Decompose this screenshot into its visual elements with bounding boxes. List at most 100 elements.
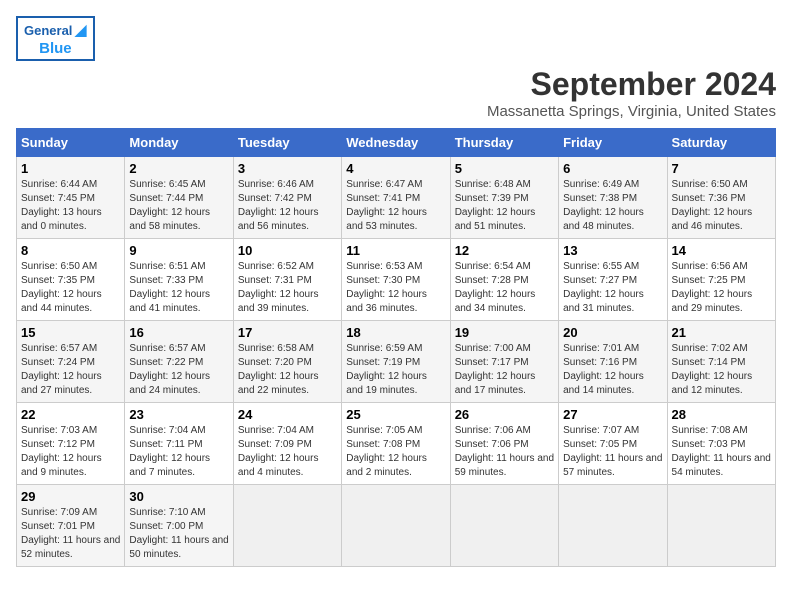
logo-bird-icon: ◢ bbox=[74, 20, 86, 40]
calendar-cell: 11 Sunrise: 6:53 AMSunset: 7:30 PMDaylig… bbox=[342, 239, 450, 321]
calendar-cell: 17 Sunrise: 6:58 AMSunset: 7:20 PMDaylig… bbox=[233, 321, 341, 403]
calendar-cell: 2 Sunrise: 6:45 AMSunset: 7:44 PMDayligh… bbox=[125, 157, 233, 239]
day-number: 24 bbox=[238, 407, 337, 422]
day-number: 15 bbox=[21, 325, 120, 340]
header-thursday: Thursday bbox=[450, 129, 558, 157]
day-info: Sunrise: 7:09 AMSunset: 7:01 PMDaylight:… bbox=[21, 507, 120, 560]
header-section: September 2024 Massanetta Springs, Virgi… bbox=[16, 66, 776, 120]
calendar-week-3: 15 Sunrise: 6:57 AMSunset: 7:24 PMDaylig… bbox=[17, 321, 776, 403]
calendar-cell: 12 Sunrise: 6:54 AMSunset: 7:28 PMDaylig… bbox=[450, 239, 558, 321]
calendar-cell bbox=[233, 485, 341, 567]
day-number: 6 bbox=[563, 161, 662, 176]
day-info: Sunrise: 7:06 AMSunset: 7:06 PMDaylight:… bbox=[455, 425, 554, 478]
day-number: 1 bbox=[21, 161, 120, 176]
day-info: Sunrise: 7:00 AMSunset: 7:17 PMDaylight:… bbox=[455, 343, 536, 396]
calendar-cell: 6 Sunrise: 6:49 AMSunset: 7:38 PMDayligh… bbox=[559, 157, 667, 239]
day-number: 12 bbox=[455, 243, 554, 258]
calendar-week-4: 22 Sunrise: 7:03 AMSunset: 7:12 PMDaylig… bbox=[17, 403, 776, 485]
calendar-cell bbox=[342, 485, 450, 567]
day-info: Sunrise: 7:08 AMSunset: 7:03 PMDaylight:… bbox=[672, 425, 771, 478]
day-number: 17 bbox=[238, 325, 337, 340]
calendar-cell: 3 Sunrise: 6:46 AMSunset: 7:42 PMDayligh… bbox=[233, 157, 341, 239]
day-number: 5 bbox=[455, 161, 554, 176]
day-info: Sunrise: 6:56 AMSunset: 7:25 PMDaylight:… bbox=[672, 261, 753, 314]
calendar-cell: 9 Sunrise: 6:51 AMSunset: 7:33 PMDayligh… bbox=[125, 239, 233, 321]
day-info: Sunrise: 7:02 AMSunset: 7:14 PMDaylight:… bbox=[672, 343, 753, 396]
day-info: Sunrise: 6:53 AMSunset: 7:30 PMDaylight:… bbox=[346, 261, 427, 314]
day-number: 10 bbox=[238, 243, 337, 258]
day-info: Sunrise: 6:48 AMSunset: 7:39 PMDaylight:… bbox=[455, 179, 536, 232]
day-info: Sunrise: 6:47 AMSunset: 7:41 PMDaylight:… bbox=[346, 179, 427, 232]
day-info: Sunrise: 6:45 AMSunset: 7:44 PMDaylight:… bbox=[129, 179, 210, 232]
logo-top-text: General bbox=[24, 23, 72, 38]
day-info: Sunrise: 6:57 AMSunset: 7:24 PMDaylight:… bbox=[21, 343, 102, 396]
calendar-cell: 30 Sunrise: 7:10 AMSunset: 7:00 PMDaylig… bbox=[125, 485, 233, 567]
calendar-week-2: 8 Sunrise: 6:50 AMSunset: 7:35 PMDayligh… bbox=[17, 239, 776, 321]
day-number: 27 bbox=[563, 407, 662, 422]
day-info: Sunrise: 6:46 AMSunset: 7:42 PMDaylight:… bbox=[238, 179, 319, 232]
day-info: Sunrise: 6:49 AMSunset: 7:38 PMDaylight:… bbox=[563, 179, 644, 232]
day-number: 26 bbox=[455, 407, 554, 422]
calendar-cell: 27 Sunrise: 7:07 AMSunset: 7:05 PMDaylig… bbox=[559, 403, 667, 485]
day-info: Sunrise: 7:05 AMSunset: 7:08 PMDaylight:… bbox=[346, 425, 427, 478]
calendar-cell: 24 Sunrise: 7:04 AMSunset: 7:09 PMDaylig… bbox=[233, 403, 341, 485]
header-friday: Friday bbox=[559, 129, 667, 157]
calendar-cell bbox=[450, 485, 558, 567]
day-info: Sunrise: 6:54 AMSunset: 7:28 PMDaylight:… bbox=[455, 261, 536, 314]
calendar-cell: 22 Sunrise: 7:03 AMSunset: 7:12 PMDaylig… bbox=[17, 403, 125, 485]
calendar-cell: 25 Sunrise: 7:05 AMSunset: 7:08 PMDaylig… bbox=[342, 403, 450, 485]
location-subtitle: Massanetta Springs, Virginia, United Sta… bbox=[16, 103, 776, 120]
day-info: Sunrise: 6:59 AMSunset: 7:19 PMDaylight:… bbox=[346, 343, 427, 396]
calendar-week-1: 1 Sunrise: 6:44 AMSunset: 7:45 PMDayligh… bbox=[17, 157, 776, 239]
day-number: 20 bbox=[563, 325, 662, 340]
day-number: 22 bbox=[21, 407, 120, 422]
day-number: 7 bbox=[672, 161, 771, 176]
calendar-cell: 18 Sunrise: 6:59 AMSunset: 7:19 PMDaylig… bbox=[342, 321, 450, 403]
day-info: Sunrise: 6:50 AMSunset: 7:36 PMDaylight:… bbox=[672, 179, 753, 232]
day-number: 4 bbox=[346, 161, 445, 176]
day-info: Sunrise: 7:03 AMSunset: 7:12 PMDaylight:… bbox=[21, 425, 102, 478]
day-info: Sunrise: 7:04 AMSunset: 7:09 PMDaylight:… bbox=[238, 425, 319, 478]
day-info: Sunrise: 6:44 AMSunset: 7:45 PMDaylight:… bbox=[21, 179, 102, 232]
day-info: Sunrise: 7:10 AMSunset: 7:00 PMDaylight:… bbox=[129, 507, 228, 560]
calendar-cell: 16 Sunrise: 6:57 AMSunset: 7:22 PMDaylig… bbox=[125, 321, 233, 403]
day-number: 28 bbox=[672, 407, 771, 422]
day-info: Sunrise: 7:04 AMSunset: 7:11 PMDaylight:… bbox=[129, 425, 210, 478]
day-number: 19 bbox=[455, 325, 554, 340]
logo: General ◢ Blue bbox=[16, 16, 95, 61]
month-year-title: September 2024 bbox=[16, 66, 776, 103]
day-number: 21 bbox=[672, 325, 771, 340]
day-info: Sunrise: 7:01 AMSunset: 7:16 PMDaylight:… bbox=[563, 343, 644, 396]
day-info: Sunrise: 6:58 AMSunset: 7:20 PMDaylight:… bbox=[238, 343, 319, 396]
day-number: 8 bbox=[21, 243, 120, 258]
logo-bottom-text: Blue bbox=[39, 40, 72, 57]
calendar-cell: 28 Sunrise: 7:08 AMSunset: 7:03 PMDaylig… bbox=[667, 403, 775, 485]
day-number: 29 bbox=[21, 489, 120, 504]
day-number: 25 bbox=[346, 407, 445, 422]
day-number: 14 bbox=[672, 243, 771, 258]
header-wednesday: Wednesday bbox=[342, 129, 450, 157]
calendar-cell: 5 Sunrise: 6:48 AMSunset: 7:39 PMDayligh… bbox=[450, 157, 558, 239]
calendar-header-row: Sunday Monday Tuesday Wednesday Thursday… bbox=[17, 129, 776, 157]
header-sunday: Sunday bbox=[17, 129, 125, 157]
header-saturday: Saturday bbox=[667, 129, 775, 157]
calendar-cell: 29 Sunrise: 7:09 AMSunset: 7:01 PMDaylig… bbox=[17, 485, 125, 567]
calendar-cell: 20 Sunrise: 7:01 AMSunset: 7:16 PMDaylig… bbox=[559, 321, 667, 403]
day-info: Sunrise: 7:07 AMSunset: 7:05 PMDaylight:… bbox=[563, 425, 662, 478]
day-info: Sunrise: 6:51 AMSunset: 7:33 PMDaylight:… bbox=[129, 261, 210, 314]
calendar-cell: 13 Sunrise: 6:55 AMSunset: 7:27 PMDaylig… bbox=[559, 239, 667, 321]
header-tuesday: Tuesday bbox=[233, 129, 341, 157]
calendar-cell: 1 Sunrise: 6:44 AMSunset: 7:45 PMDayligh… bbox=[17, 157, 125, 239]
calendar-week-5: 29 Sunrise: 7:09 AMSunset: 7:01 PMDaylig… bbox=[17, 485, 776, 567]
calendar-table: Sunday Monday Tuesday Wednesday Thursday… bbox=[16, 128, 776, 567]
day-number: 2 bbox=[129, 161, 228, 176]
calendar-cell: 14 Sunrise: 6:56 AMSunset: 7:25 PMDaylig… bbox=[667, 239, 775, 321]
calendar-cell bbox=[559, 485, 667, 567]
day-info: Sunrise: 6:57 AMSunset: 7:22 PMDaylight:… bbox=[129, 343, 210, 396]
calendar-cell: 19 Sunrise: 7:00 AMSunset: 7:17 PMDaylig… bbox=[450, 321, 558, 403]
header-monday: Monday bbox=[125, 129, 233, 157]
calendar-cell: 15 Sunrise: 6:57 AMSunset: 7:24 PMDaylig… bbox=[17, 321, 125, 403]
calendar-cell: 4 Sunrise: 6:47 AMSunset: 7:41 PMDayligh… bbox=[342, 157, 450, 239]
calendar-cell: 10 Sunrise: 6:52 AMSunset: 7:31 PMDaylig… bbox=[233, 239, 341, 321]
day-number: 16 bbox=[129, 325, 228, 340]
